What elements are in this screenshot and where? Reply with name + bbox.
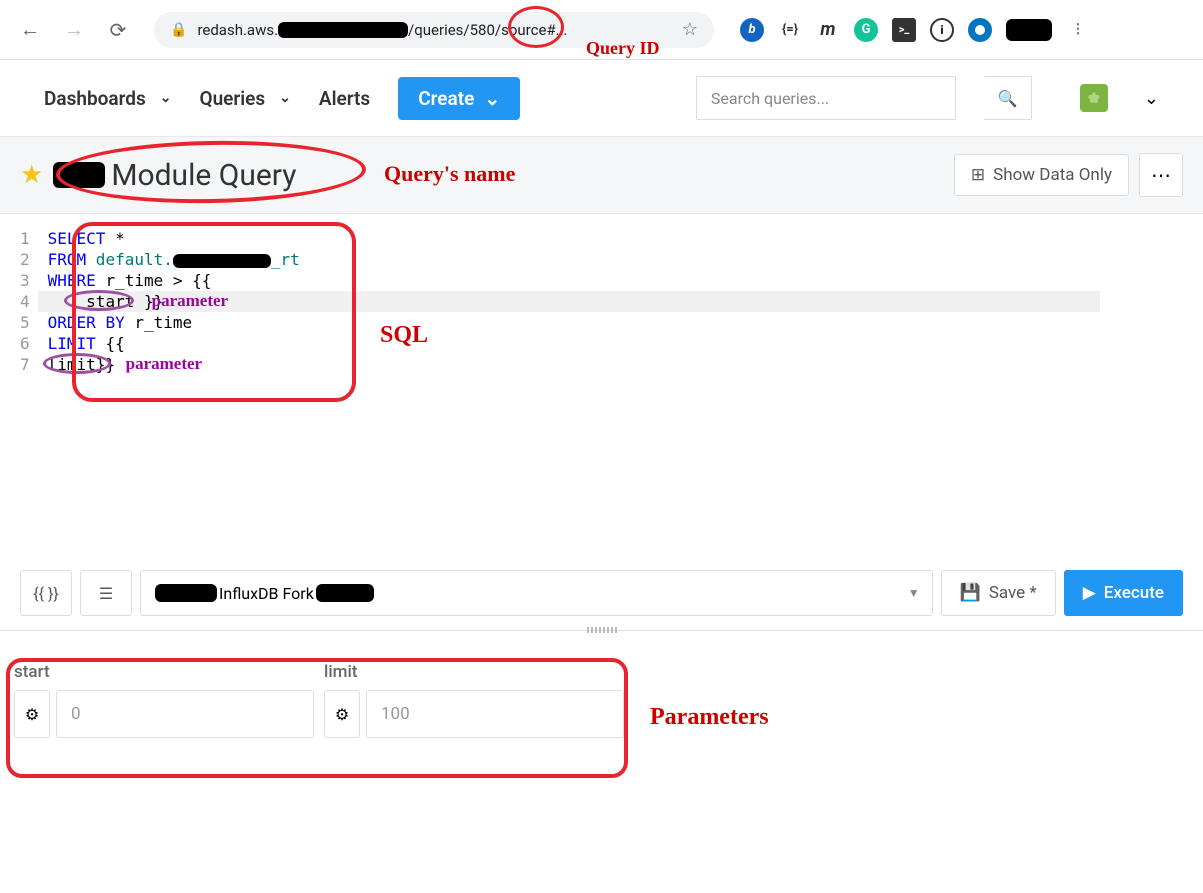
favorite-star-icon[interactable]: ★ bbox=[20, 160, 43, 190]
indent-icon: ☰ bbox=[99, 584, 113, 603]
redacted-avatar bbox=[1006, 19, 1052, 41]
extension-icon-g[interactable]: G bbox=[854, 18, 878, 42]
param-input-start[interactable]: 0 bbox=[56, 690, 314, 738]
chevron-down-icon[interactable]: ⌄ bbox=[1144, 88, 1159, 109]
param-settings-button[interactable]: ⚙ bbox=[14, 690, 50, 738]
extension-icon-circle[interactable] bbox=[968, 18, 992, 42]
browser-toolbar: ← → ⟳ 🔒 redash.aws./queries/580/source#.… bbox=[0, 0, 1203, 60]
grid-icon: ⊞ bbox=[971, 165, 985, 185]
play-icon: ▶ bbox=[1083, 583, 1096, 603]
more-options-button[interactable]: ⋯ bbox=[1139, 153, 1183, 197]
back-button[interactable]: ← bbox=[12, 12, 48, 48]
search-input[interactable]: Search queries... bbox=[696, 76, 956, 120]
param-settings-button[interactable]: ⚙ bbox=[324, 690, 360, 738]
annotation-sql: SQL bbox=[380, 322, 428, 349]
save-button[interactable]: 💾Save * bbox=[941, 570, 1056, 616]
param-limit: limit ⚙ 100 bbox=[324, 662, 624, 738]
extension-icons: b {=} m G >_ i ⋮ bbox=[740, 18, 1090, 42]
extension-icon-braces[interactable]: {=} bbox=[778, 18, 802, 42]
forward-button[interactable]: → bbox=[56, 12, 92, 48]
chevron-down-icon: ⌄ bbox=[160, 90, 172, 106]
show-data-only-button[interactable]: ⊞Show Data Only bbox=[954, 154, 1129, 196]
app-nav: Dashboards⌄ Queries⌄ Alerts Create⌄ Sear… bbox=[0, 60, 1203, 136]
editor-toolbar: {{ }} ☰ InfluxDB Fork ▼ 💾Save * ▶Execute bbox=[0, 570, 1203, 630]
create-button[interactable]: Create⌄ bbox=[398, 77, 520, 120]
sql-editor[interactable]: 1234567 SELECT * FROM default._rt WHERE … bbox=[0, 214, 1203, 570]
gear-icon: ⚙ bbox=[335, 705, 349, 724]
param-label: start bbox=[14, 662, 314, 682]
param-start: start ⚙ 0 bbox=[14, 662, 314, 738]
code-area[interactable]: SELECT * FROM default._rt WHERE r_time >… bbox=[48, 228, 300, 375]
query-title[interactable]: Module Query bbox=[53, 158, 296, 193]
param-input-limit[interactable]: 100 bbox=[366, 690, 624, 738]
annotation-query-name: Query's name bbox=[384, 161, 515, 187]
query-header: ★ Module Query ⊞Show Data Only ⋯ Query's… bbox=[0, 136, 1203, 214]
params-button[interactable]: {{ }} bbox=[20, 570, 72, 616]
annotation-query-id: Query ID bbox=[586, 38, 660, 59]
url-text: redash.aws./queries/580/source#... bbox=[197, 21, 671, 39]
nav-queries[interactable]: Queries⌄ bbox=[199, 87, 290, 110]
nav-dashboards[interactable]: Dashboards⌄ bbox=[44, 87, 171, 110]
execute-button[interactable]: ▶Execute bbox=[1064, 570, 1183, 616]
chevron-down-icon: ⌄ bbox=[484, 87, 500, 110]
lock-icon: 🔒 bbox=[170, 22, 187, 38]
parameters-section: start ⚙ 0 limit ⚙ 100 Parameters bbox=[0, 650, 1203, 750]
format-button[interactable]: ☰ bbox=[80, 570, 132, 616]
extension-icon-m[interactable]: m bbox=[816, 18, 840, 42]
gear-icon: ⚙ bbox=[25, 705, 39, 724]
browser-menu-icon[interactable]: ⋮ bbox=[1066, 18, 1090, 42]
save-icon: 💾 bbox=[960, 583, 981, 603]
dropdown-arrow-icon: ▼ bbox=[908, 586, 920, 600]
user-avatar[interactable] bbox=[1080, 84, 1108, 112]
annotation-parameters: Parameters bbox=[650, 704, 769, 731]
pane-divider[interactable] bbox=[0, 630, 1203, 650]
datasource-select[interactable]: InfluxDB Fork ▼ bbox=[140, 570, 933, 616]
nav-alerts[interactable]: Alerts bbox=[319, 87, 370, 110]
extension-icon-b[interactable]: b bbox=[740, 18, 764, 42]
reload-button[interactable]: ⟳ bbox=[100, 12, 136, 48]
search-icon: 🔍 bbox=[997, 89, 1017, 108]
extension-icon-term[interactable]: >_ bbox=[892, 18, 916, 42]
extension-icon-info[interactable]: i bbox=[930, 18, 954, 42]
annotation-parameter: parameter bbox=[152, 290, 228, 311]
line-gutter: 1234567 bbox=[20, 228, 48, 375]
chevron-down-icon: ⌄ bbox=[279, 90, 291, 106]
search-button[interactable]: 🔍 bbox=[984, 76, 1032, 120]
annotation-parameter: parameter bbox=[126, 353, 202, 374]
param-label: limit bbox=[324, 662, 624, 682]
bookmark-star-icon[interactable]: ☆ bbox=[682, 19, 698, 40]
